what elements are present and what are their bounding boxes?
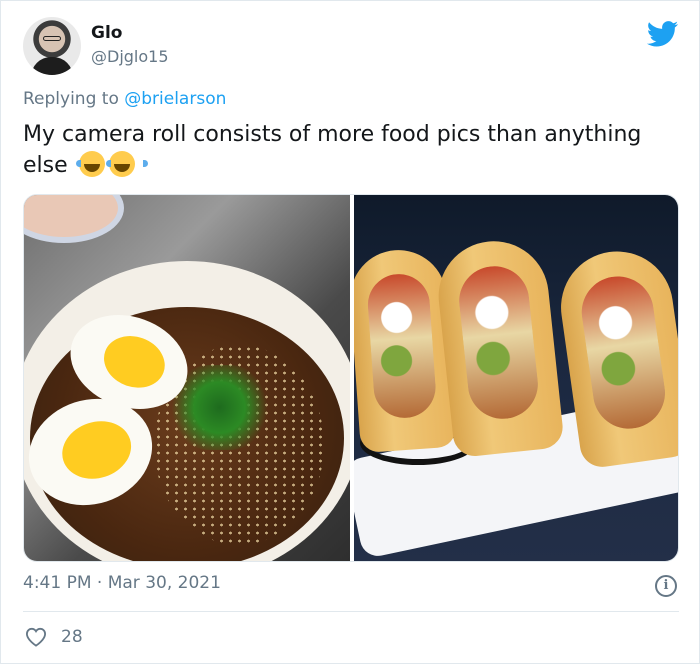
- tears-of-joy-emoji-icon: [105, 151, 148, 177]
- egg-yolk: [96, 327, 173, 396]
- author-handle[interactable]: @Djglo15: [91, 47, 169, 66]
- taco-filling: [455, 263, 542, 423]
- ramen-photo[interactable]: [24, 195, 350, 561]
- egg-yolk: [54, 412, 139, 488]
- info-icon[interactable]: i: [655, 575, 677, 597]
- tweet-timestamp[interactable]: 4:41 PM · Mar 30, 2021: [23, 573, 221, 593]
- taco: [433, 235, 565, 459]
- stacked-plates: [24, 195, 124, 243]
- tears-of-joy-emoji-icon: [75, 151, 118, 177]
- tacos-photo[interactable]: [354, 195, 678, 561]
- media-grid: [23, 194, 679, 562]
- author-name[interactable]: Glo: [91, 23, 122, 43]
- divider: [23, 611, 679, 612]
- tweet-card: Glo @Djglo15 Replying to @brielarson My …: [0, 0, 700, 664]
- twitter-bird-icon[interactable]: [647, 21, 679, 47]
- avatar-glasses: [43, 36, 61, 41]
- taco-filling: [577, 272, 670, 434]
- replying-prefix: Replying to: [23, 89, 119, 109]
- reply-mention-link[interactable]: @brielarson: [124, 89, 226, 109]
- like-count: 28: [61, 627, 83, 647]
- tweet-text: My camera roll consists of more food pic…: [23, 119, 663, 181]
- heart-icon[interactable]: [25, 627, 47, 647]
- taco-filling: [366, 272, 438, 420]
- replying-to: Replying to @brielarson: [23, 89, 226, 109]
- avatar-shirt: [31, 57, 73, 75]
- avatar[interactable]: [23, 17, 81, 75]
